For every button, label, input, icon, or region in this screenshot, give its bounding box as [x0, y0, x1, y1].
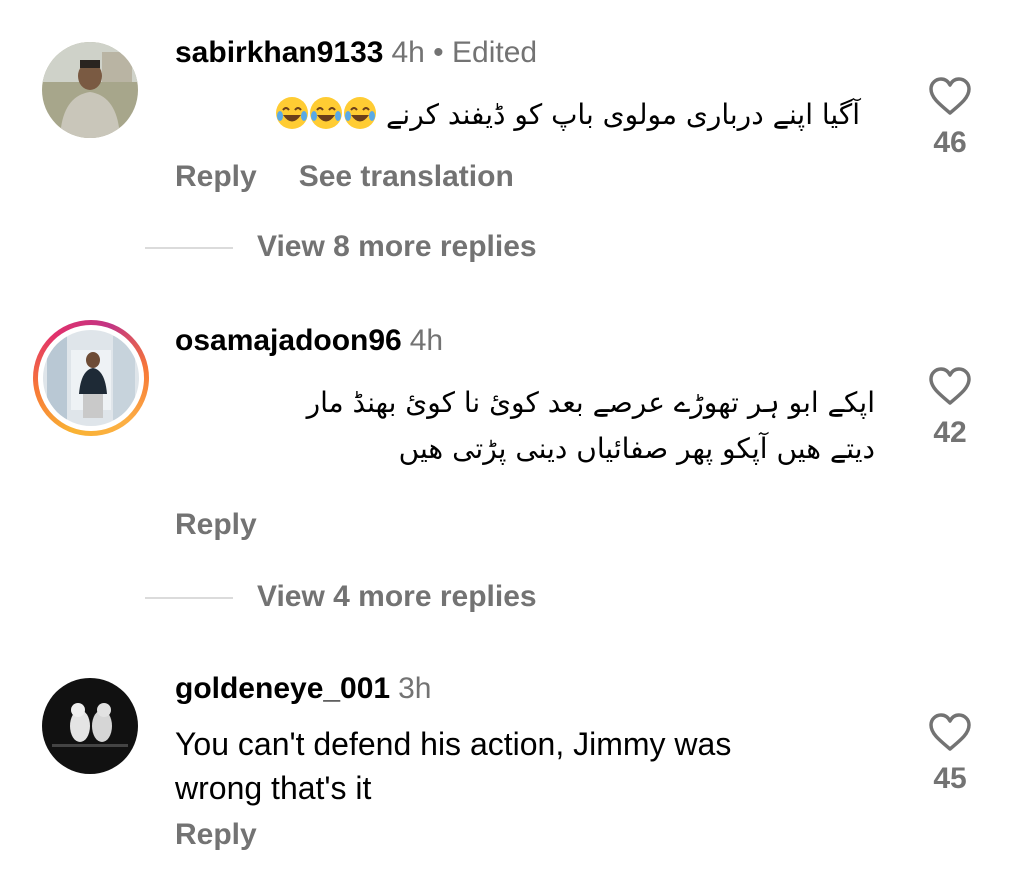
comment-meta: 4h	[409, 324, 444, 357]
like-count: 45	[933, 762, 967, 795]
comment-text: آگیا اپنے درباری مولوی باپ کو ڈیفند کرنے	[175, 92, 860, 138]
comment-meta: 3h	[398, 672, 432, 705]
comment-actions: Reply	[175, 508, 299, 542]
divider-line	[145, 597, 233, 600]
avatar[interactable]	[43, 330, 139, 426]
reply-button[interactable]: Reply	[175, 508, 257, 541]
like-group: 46	[920, 76, 980, 160]
view-more-replies-button[interactable]: View 4 more replies	[145, 580, 537, 614]
heart-outline-icon[interactable]	[928, 712, 972, 752]
like-group: 45	[920, 712, 980, 796]
comment-header: goldeneye_001 3h	[175, 672, 432, 706]
comment-header: osamajadoon96 4h	[175, 324, 443, 358]
reply-button[interactable]: Reply	[175, 818, 257, 851]
tears-of-joy-emoji-icon	[276, 97, 309, 129]
comment-text-line: دیتے ھیں آپکو پھر صفائیاں دینی پڑتی ھیں	[398, 432, 875, 465]
comment-text: اپکے ابو ہر تھوڑے عرصے بعد کوئ نا کوئ بھ…	[175, 380, 875, 472]
comment-body: آگیا اپنے درباری مولوی باپ کو ڈیفند کرنے	[386, 98, 860, 131]
divider-line	[145, 247, 233, 250]
tears-of-joy-emoji-icon	[310, 97, 343, 129]
avatar[interactable]	[42, 678, 138, 774]
tears-of-joy-emoji-icon	[344, 97, 377, 129]
comment-item: sabirkhan9133 4h • Edited آگیا اپنے دربار…	[0, 0, 1024, 280]
view-more-replies-button[interactable]: View 8 more replies	[145, 230, 537, 264]
username[interactable]: osamajadoon96	[175, 324, 402, 357]
story-ring[interactable]	[33, 320, 149, 436]
avatar[interactable]	[42, 42, 138, 138]
comment-meta: 4h • Edited	[391, 36, 538, 69]
like-group: 42	[920, 366, 980, 450]
reply-button[interactable]: Reply	[175, 160, 257, 193]
view-more-label: View 4 more replies	[257, 580, 537, 613]
username[interactable]: goldeneye_001	[175, 672, 390, 705]
like-count: 42	[933, 416, 967, 449]
comment-text-line: wrong that's it	[175, 770, 372, 806]
comment-text: You can't defend his action, Jimmy was w…	[175, 722, 875, 810]
comment-item: osamajadoon96 4h اپکے ابو ہر تھوڑے عرصے ب…	[0, 300, 1024, 620]
see-translation-button[interactable]: See translation	[299, 160, 514, 193]
comment-actions: Reply See translation	[175, 160, 556, 194]
emoji-group	[275, 97, 377, 131]
comment-actions: Reply	[175, 818, 299, 852]
comment-text-line: You can't defend his action, Jimmy was	[175, 726, 732, 762]
heart-outline-icon[interactable]	[928, 366, 972, 406]
comment-text-line: اپکے ابو ہر تھوڑے عرصے بعد کوئ نا کوئ بھ…	[306, 386, 875, 419]
like-count: 46	[933, 126, 967, 159]
view-more-label: View 8 more replies	[257, 230, 537, 263]
username[interactable]: sabirkhan9133	[175, 36, 383, 69]
comment-header: sabirkhan9133 4h • Edited	[175, 36, 537, 70]
comment-item: goldeneye_001 3h You can't defend his act…	[0, 650, 1024, 880]
heart-outline-icon[interactable]	[928, 76, 972, 116]
